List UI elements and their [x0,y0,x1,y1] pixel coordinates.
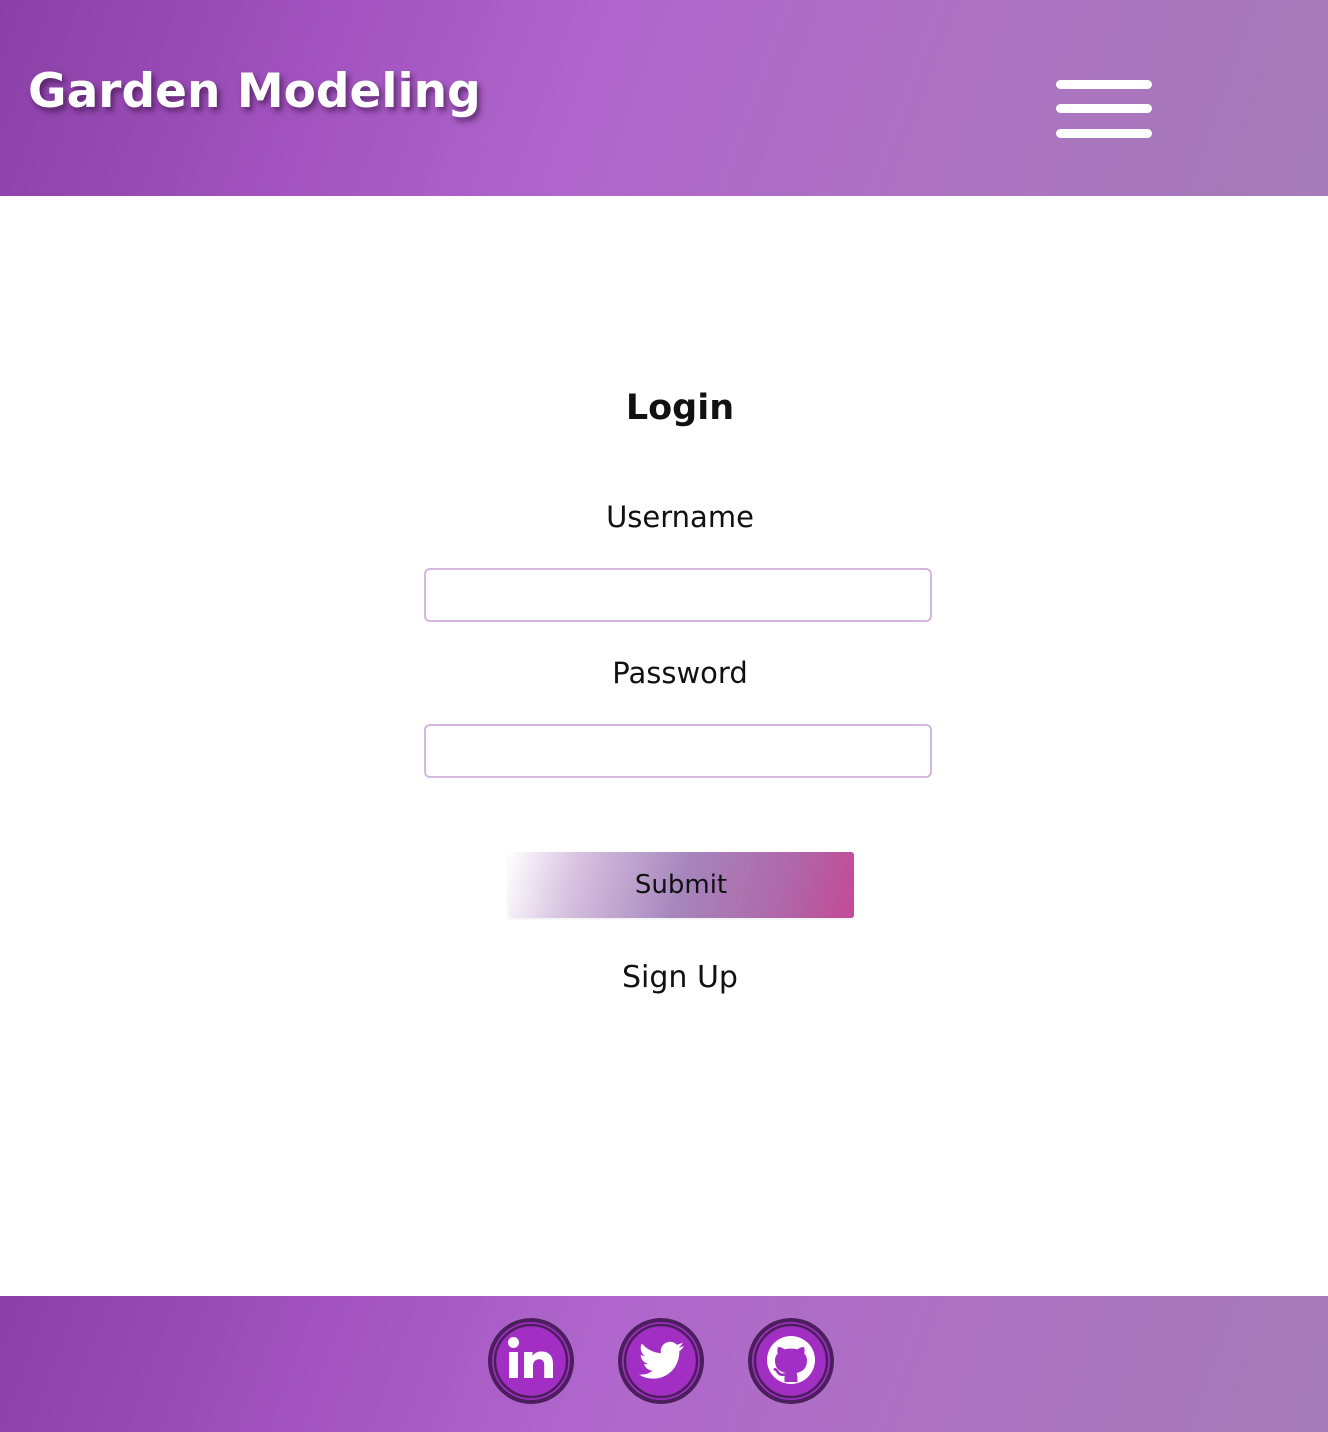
site-footer [0,1296,1328,1432]
password-input[interactable] [424,724,932,778]
twitter-icon[interactable] [616,1316,706,1406]
linkedin-icon[interactable] [486,1316,576,1406]
site-title[interactable]: Garden Modeling [28,64,481,119]
login-section: Login Username Password Submit Sign Up [0,196,1328,1296]
github-icon[interactable] [746,1316,836,1406]
menu-bar [1056,129,1152,138]
username-input[interactable] [424,568,932,622]
username-label: Username [606,500,754,534]
hamburger-menu-icon[interactable] [1056,80,1152,138]
menu-bar [1056,80,1152,89]
password-label: Password [612,656,748,690]
sign-up-link[interactable]: Sign Up [0,960,1328,995]
menu-bar [1056,104,1152,113]
site-header: Garden Modeling [0,0,1328,196]
submit-button[interactable]: Submit [508,852,854,918]
login-title: Login [625,388,735,428]
